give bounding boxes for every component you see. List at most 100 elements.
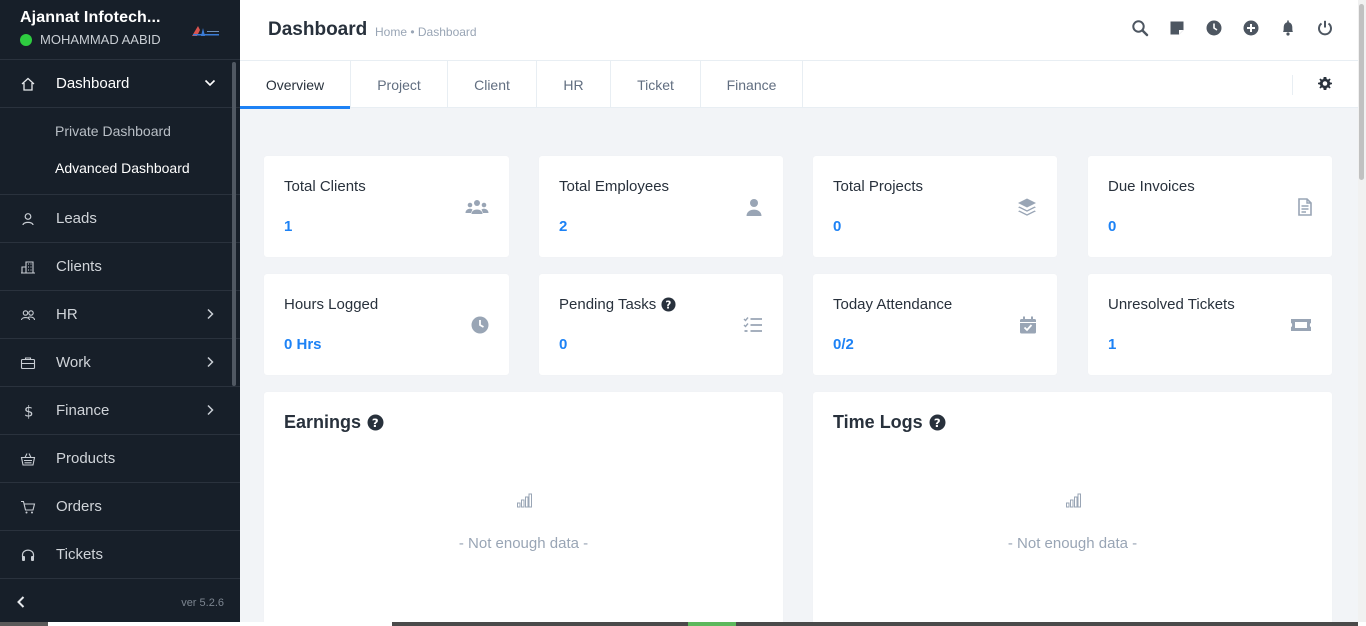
- stat-label: Unresolved Tickets: [1108, 296, 1235, 313]
- power-icon[interactable]: [1316, 19, 1334, 37]
- stat-label: Total Projects: [833, 178, 924, 195]
- chevron-right-icon: [207, 308, 214, 320]
- stat-label: Total Employees: [559, 178, 670, 195]
- clock-icon[interactable]: [1205, 19, 1223, 37]
- user-icon: [20, 211, 36, 227]
- chevron-right-icon: [207, 404, 214, 416]
- stat-card-unresolved-tickets[interactable]: Unresolved Tickets 1: [1088, 274, 1332, 375]
- svg-text:?: ?: [666, 300, 672, 312]
- stat-label: Total Clients: [284, 178, 366, 195]
- sidebar-item-work[interactable]: Work: [0, 339, 240, 387]
- svg-text:$: $: [24, 403, 34, 419]
- svg-text:?: ?: [372, 416, 379, 430]
- header-actions: [1131, 19, 1334, 37]
- bar-chart-icon: [1065, 493, 1081, 508]
- time-logs-panel: Time Logs ? - Not enough data -: [813, 392, 1332, 626]
- sidebar-item-hr[interactable]: HR: [0, 291, 240, 339]
- question-circle-icon[interactable]: ?: [929, 414, 946, 431]
- stat-label-text: Pending Tasks: [559, 296, 657, 313]
- app-version: ver 5.2.6: [181, 597, 224, 609]
- sidebar-item-label: Tickets: [56, 546, 103, 563]
- question-circle-icon[interactable]: ?: [661, 297, 676, 312]
- company-logo-icon: [192, 26, 219, 36]
- calendar-check-icon: [1013, 314, 1037, 336]
- invoice-icon: [1288, 196, 1312, 218]
- users-icon: [465, 196, 489, 218]
- clock-icon: [465, 314, 489, 336]
- sidebar-item-label: Finance: [56, 402, 110, 419]
- tab-overview[interactable]: Overview: [240, 61, 351, 109]
- stat-value[interactable]: 0 Hrs: [284, 336, 322, 353]
- sticky-note-icon[interactable]: [1168, 19, 1186, 37]
- online-status-dot: [20, 33, 32, 46]
- search-icon[interactable]: [1131, 19, 1149, 37]
- basket-icon: [20, 451, 36, 467]
- stat-value[interactable]: 2: [559, 218, 567, 235]
- stat-card-hours-logged[interactable]: Hours Logged 0 Hrs: [264, 274, 509, 375]
- sidebar-item-label: Products: [56, 450, 116, 467]
- panel-title-text: Time Logs: [833, 412, 923, 432]
- stat-label: Pending Tasks ?: [559, 296, 676, 313]
- stat-value[interactable]: 1: [284, 218, 292, 235]
- sidebar-subitem-private-dashboard[interactable]: Private Dashboard: [55, 112, 240, 149]
- top-header: Dashboard Home • Dashboard: [240, 0, 1358, 61]
- sidebar-item-label: Dashboard: [56, 75, 130, 92]
- sidebar: Ajannat Infotech... MOHAMMAD AABID Dashb…: [0, 0, 240, 626]
- stat-card-due-invoices[interactable]: Due Invoices 0: [1088, 156, 1332, 257]
- tab-project[interactable]: Project: [351, 61, 448, 108]
- stat-value[interactable]: 1: [1108, 336, 1116, 353]
- tasks-icon: [739, 314, 763, 336]
- tab-divider: [1292, 75, 1293, 95]
- building-icon: [20, 259, 36, 275]
- chevron-down-icon: [204, 79, 216, 87]
- gear-icon[interactable]: [1317, 76, 1333, 92]
- sidebar-scrollbar[interactable]: [232, 62, 236, 386]
- sidebar-item-tickets[interactable]: Tickets: [0, 531, 240, 579]
- stat-label: Today Attendance: [833, 296, 953, 313]
- sidebar-footer: ver 5.2.6: [0, 578, 240, 626]
- headset-icon: [20, 547, 36, 563]
- sidebar-nav: Dashboard Private Dashboard Advanced Das…: [0, 60, 240, 579]
- tab-client[interactable]: Client: [448, 61, 537, 108]
- bottom-strip: [0, 622, 1366, 626]
- collapse-sidebar-icon[interactable]: [14, 595, 28, 609]
- empty-state-text: - Not enough data -: [1007, 535, 1138, 552]
- bottom-strip-segment: [392, 622, 1358, 626]
- brand-block[interactable]: Ajannat Infotech... MOHAMMAD AABID: [0, 0, 240, 60]
- sidebar-item-orders[interactable]: Orders: [0, 483, 240, 531]
- sidebar-item-label: Clients: [56, 258, 102, 275]
- tab-finance[interactable]: Finance: [701, 61, 803, 108]
- page-title: Dashboard: [268, 19, 368, 40]
- sidebar-item-finance[interactable]: $ Finance: [0, 387, 240, 435]
- stat-label: Due Invoices: [1108, 178, 1195, 195]
- dashboard-submenu: Private Dashboard Advanced Dashboard: [0, 108, 240, 195]
- briefcase-icon: [20, 355, 36, 371]
- sidebar-item-products[interactable]: Products: [0, 435, 240, 483]
- add-icon[interactable]: [1242, 19, 1260, 37]
- sidebar-subitem-advanced-dashboard[interactable]: Advanced Dashboard: [55, 149, 240, 186]
- sidebar-item-dashboard[interactable]: Dashboard: [0, 60, 240, 108]
- main-scrollbar[interactable]: [1358, 0, 1366, 626]
- bell-icon[interactable]: [1279, 19, 1297, 37]
- tab-hr[interactable]: HR: [537, 61, 611, 108]
- stat-value[interactable]: 0: [833, 218, 841, 235]
- people-icon: [20, 307, 36, 323]
- breadcrumb[interactable]: Home • Dashboard: [375, 25, 477, 39]
- stat-card-pending-tasks[interactable]: Pending Tasks ? 0: [539, 274, 783, 375]
- stat-value[interactable]: 0: [1108, 218, 1116, 235]
- stat-card-total-projects[interactable]: Total Projects 0: [813, 156, 1057, 257]
- sidebar-item-clients[interactable]: Clients: [0, 243, 240, 291]
- bottom-strip-segment: [688, 622, 736, 626]
- question-circle-icon[interactable]: ?: [367, 414, 384, 431]
- ticket-icon: [1288, 314, 1312, 336]
- stat-value[interactable]: 0: [559, 336, 567, 353]
- sidebar-item-leads[interactable]: Leads: [0, 195, 240, 243]
- stat-card-total-employees[interactable]: Total Employees 2: [539, 156, 783, 257]
- stat-value[interactable]: 0/2: [833, 336, 854, 353]
- stat-card-total-clients[interactable]: Total Clients 1: [264, 156, 509, 257]
- svg-text:?: ?: [934, 416, 941, 430]
- cart-icon: [20, 499, 36, 515]
- stat-card-today-attendance[interactable]: Today Attendance 0/2: [813, 274, 1057, 375]
- panel-title-text: Earnings: [284, 412, 362, 432]
- tab-ticket[interactable]: Ticket: [611, 61, 701, 108]
